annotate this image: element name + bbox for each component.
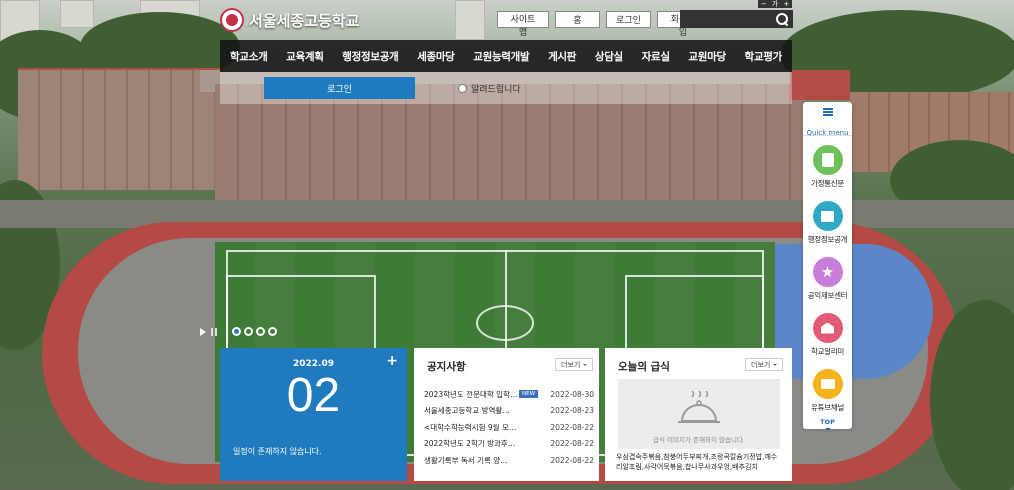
nav-item-teachers-yard[interactable]: 교원마당 xyxy=(688,49,726,64)
slide-dot-1[interactable] xyxy=(232,327,241,336)
nav-item-resources[interactable]: 자료실 xyxy=(642,49,670,64)
home-link[interactable]: 홈 xyxy=(555,11,600,28)
play-icon[interactable] xyxy=(200,327,206,336)
notice-item-title: 서울세종고등학교 방역활… xyxy=(424,406,510,416)
quick-item-newsletter[interactable]: 가정통신문 xyxy=(803,136,852,192)
nav-item-education-plan[interactable]: 교육계획 xyxy=(286,49,324,64)
nav-item-teacher-development[interactable]: 교원능력개발 xyxy=(473,49,529,64)
slider-controls xyxy=(200,327,277,336)
notice-item-title: <대학수학능력시험 9월 모… xyxy=(424,422,517,432)
notice-item-title: 2022학년도 2학기 방과후… xyxy=(424,439,516,449)
quick-item-label: 행정정보공개 xyxy=(807,235,848,244)
search-bar xyxy=(680,10,793,28)
school-emblem-icon xyxy=(220,8,244,32)
quick-item-youtube[interactable]: 유튜브채널 xyxy=(803,360,852,416)
top-label: TOP xyxy=(820,418,835,426)
notice-item-date: 2022-08-22 xyxy=(550,455,594,465)
notice-item-title: 2023학년도 전문대학 입학… xyxy=(424,389,517,399)
notice-item[interactable]: 2022학년도 2학기 방과후… 2022-08-22 xyxy=(424,436,594,453)
notice-item[interactable]: 2023학년도 전문대학 입학… NEW 2022-08-30 xyxy=(424,386,594,403)
notice-item[interactable]: 서울세종고등학교 방역활… 2022-08-23 xyxy=(424,403,594,420)
quick-item-admin-info[interactable]: 행정정보공개 xyxy=(803,192,852,248)
notice-title: 공지사항 xyxy=(427,361,466,373)
caret-down-icon xyxy=(583,363,588,366)
zoom-label: 가 xyxy=(769,0,781,8)
notice-item-date: 2022-08-22 xyxy=(550,439,594,449)
quick-item-label: 학교알리미 xyxy=(811,347,844,356)
more-label: 더보기 xyxy=(561,360,581,369)
utility-links: 사이트맵 홈 로그인 회원가입 xyxy=(497,11,709,38)
quick-item-label: 공익제보센터 xyxy=(807,291,848,300)
caret-down-icon xyxy=(824,428,831,431)
notice-item-date: 2022-08-23 xyxy=(550,406,594,416)
nav-item-school-evaluation[interactable]: 학교평가 xyxy=(744,49,782,64)
quick-item-label: 유튜브채널 xyxy=(811,403,844,412)
school-icon xyxy=(812,313,843,343)
caret-down-icon xyxy=(773,363,778,366)
zoom-in-button[interactable]: + xyxy=(780,0,792,8)
site-logo[interactable]: 서울세종고등학교 xyxy=(220,7,359,33)
quick-item-whistleblower[interactable]: ★ 공익제보센터 xyxy=(803,248,852,304)
nav-item-board[interactable]: 게시판 xyxy=(548,49,576,64)
nav-item-school-intro[interactable]: 학교소개 xyxy=(230,49,268,64)
notice-item[interactable]: <대학수학능력시험 9월 모… 2022-08-22 xyxy=(424,419,594,436)
main-navigation: 학교소개 교육계획 행정정보공개 세종마당 교원능력개발 게시판 상담실 자료실… xyxy=(220,40,792,72)
calendar-day: 02 xyxy=(286,369,341,422)
calendar-panel: + 2022.09 02 일정이 존재하지 않습니다. xyxy=(220,348,407,481)
meal-image-placeholder: 급식 이미지가 존재하지 않습니다. xyxy=(618,379,780,449)
meal-empty-text: 급식 이미지가 존재하지 않습니다. xyxy=(653,436,745,444)
notice-item-date: 2022-08-30 xyxy=(550,389,594,399)
new-badge: NEW xyxy=(519,390,539,399)
meal-menu-text: 우삼겹숙주볶음,참붕어두부찌개,조랑곡칼슘기정밥,깨수리알조림,사각어묵볶음,찹… xyxy=(616,453,778,471)
slide-dot-2[interactable] xyxy=(244,327,253,336)
quick-menu-header[interactable]: Quick menu xyxy=(803,102,852,137)
quick-menu: Quick menu 가정통신문 행정정보공개 ★ 공익제보센터 학교알리미 유… xyxy=(803,102,852,431)
meal-title: 오늘의 급식 xyxy=(618,361,670,373)
cloche-icon xyxy=(678,391,720,423)
newsletter-icon xyxy=(812,145,843,175)
site-name: 서울세종고등학교 xyxy=(249,11,360,30)
nav-item-counseling[interactable]: 상담실 xyxy=(595,49,623,64)
hamburger-icon xyxy=(822,108,833,116)
sitemap-link[interactable]: 사이트맵 xyxy=(497,11,549,38)
notice-panel: 공지사항 더보기 2023학년도 전문대학 입학… NEW 2022-08-30… xyxy=(414,348,599,481)
notice-tab[interactable]: 알려드립니다 xyxy=(458,79,521,97)
quick-item-school-info[interactable]: 학교알리미 xyxy=(803,304,852,360)
login-link[interactable]: 로그인 xyxy=(606,11,651,28)
plus-circle-icon xyxy=(458,83,467,93)
scroll-top-button[interactable]: TOP xyxy=(803,416,852,431)
slide-dot-3[interactable] xyxy=(256,327,265,336)
notice-more-button[interactable]: 더보기 xyxy=(555,358,594,371)
quick-menu-title: Quick menu xyxy=(806,129,849,137)
video-icon xyxy=(812,369,843,399)
notice-item-date: 2022-08-22 xyxy=(550,422,594,432)
login-tab[interactable]: 로그인 xyxy=(264,77,415,99)
meal-more-button[interactable]: 더보기 xyxy=(745,358,784,371)
notice-item[interactable]: 생활기록부 독서 기록 양… 2022-08-22 xyxy=(424,452,594,469)
search-input[interactable] xyxy=(684,12,766,26)
calendar-empty-message: 일정이 존재하지 않습니다. xyxy=(233,447,322,456)
star-icon: ★ xyxy=(812,257,843,287)
nav-item-sejong-yard[interactable]: 세종마당 xyxy=(417,49,455,64)
document-search-icon xyxy=(812,201,843,231)
meal-panel: 오늘의 급식 더보기 급식 이미지가 존재하지 않습니다. 우삼겹숙주볶음,참붕… xyxy=(605,348,792,481)
search-icon[interactable] xyxy=(775,12,789,26)
more-label: 더보기 xyxy=(751,360,771,369)
font-zoom-controls: − 가 + xyxy=(758,0,792,8)
notice-list: 2023학년도 전문대학 입학… NEW 2022-08-30 서울세종고등학교… xyxy=(424,386,594,469)
nav-item-admin-info[interactable]: 행정정보공개 xyxy=(342,49,398,64)
pause-icon[interactable] xyxy=(211,327,217,336)
zoom-out-button[interactable]: − xyxy=(758,0,770,8)
quick-item-label: 가정통신문 xyxy=(811,179,844,188)
notice-item-title: 생활기록부 독서 기록 양… xyxy=(424,455,508,465)
notice-tab-label: 알려드립니다 xyxy=(471,84,521,95)
slide-dot-4[interactable] xyxy=(268,327,277,336)
